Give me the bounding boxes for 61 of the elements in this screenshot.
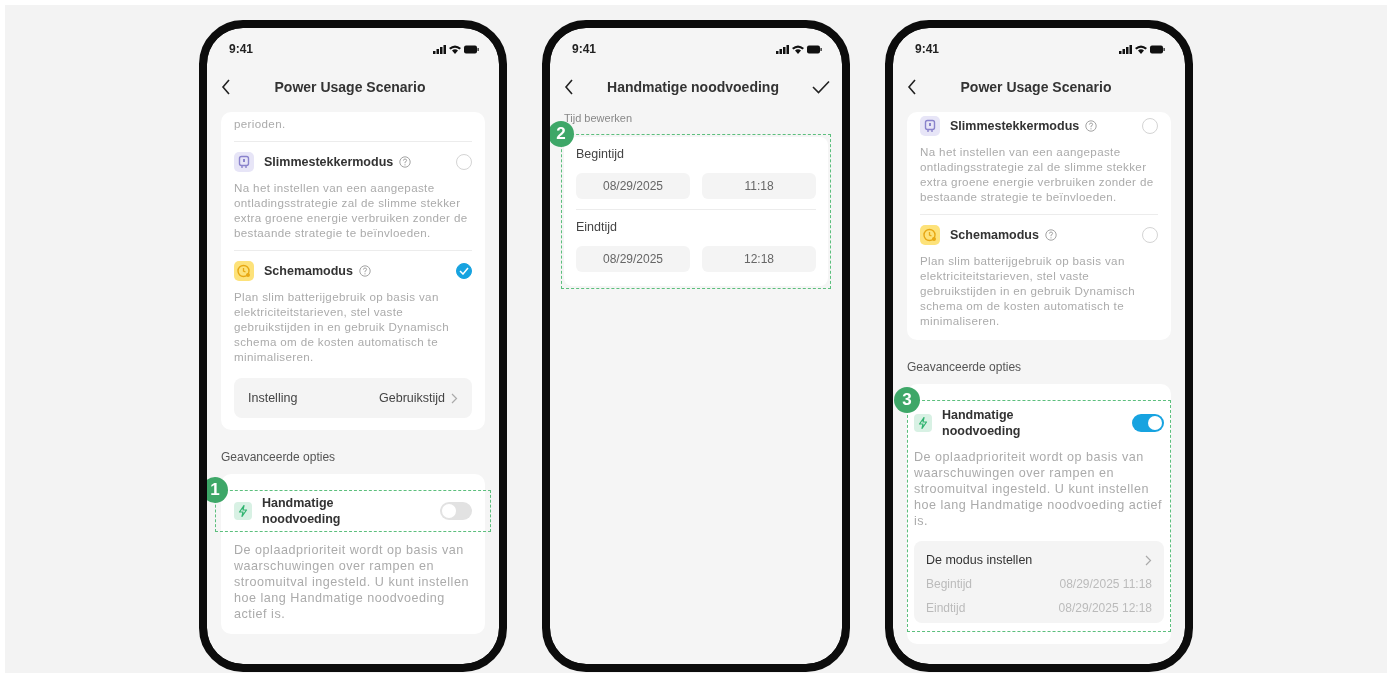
mode-description: Plan slim batterijgebruik op basis van elektriciteitstarieven, stel vaste gebruikstijden in en gebruik Dynamisch schema om de kosten automatisch te minimaliseren.: [920, 253, 1136, 328]
option-description: De oplaadprioriteit wordt op basis van waarschuwingen over rampen en stroomuitval ingesteld. U kunt instellen hoe lang Handmatige noodvoeding actief is.: [914, 449, 1163, 529]
mode-label: Schemamodus: [264, 264, 353, 278]
help-icon[interactable]: [1044, 229, 1057, 241]
mode-description: perioden.: [234, 116, 287, 131]
toggle-switch[interactable]: [440, 502, 472, 520]
screen-title: Power Usage Scenario: [959, 79, 1113, 95]
time-label: Eindtijd: [926, 601, 966, 615]
status-icons: [433, 43, 479, 55]
setting-label: Instelling: [248, 391, 298, 405]
back-icon[interactable]: [221, 79, 231, 95]
plug-icon: [920, 116, 940, 136]
setting-row[interactable]: Instelling Gebruikstijd: [234, 378, 472, 418]
time-group-label: Begintijd: [576, 147, 625, 161]
toggle-switch[interactable]: [1132, 414, 1164, 432]
help-icon[interactable]: [399, 156, 412, 168]
time-label: Begintijd: [926, 577, 973, 591]
time-field[interactable]: 11:18: [702, 173, 816, 199]
time-value: 08/29/2025 11:18: [1059, 577, 1152, 591]
status-icons: [776, 43, 822, 55]
panel-title: De modus instellen: [926, 553, 1033, 567]
setting-value: Gebruikstijd: [379, 391, 445, 405]
mode-description: Na het instellen van een aangepaste ontladingsstrategie zal de slimme stekker extra groene energie verbruiken zonder de bestaande strategie te beïnvloeden.: [920, 144, 1155, 204]
screen-title: Handmatige noodvoeding: [606, 79, 780, 95]
checkmark-icon: [459, 267, 469, 275]
option-title: Handmatige noodvoeding: [262, 495, 342, 527]
lightning-icon: [914, 414, 932, 432]
step-number: 1: [207, 477, 228, 503]
date-field[interactable]: 08/29/2025: [576, 246, 690, 272]
back-icon[interactable]: [907, 79, 917, 95]
clock-icon: [234, 261, 254, 281]
radio-button[interactable]: [456, 263, 472, 279]
mode-description: Plan slim batterijgebruik op basis van elektriciteitstarieven, stel vaste gebruikstijden in en gebruik Dynamisch schema om de kosten automatisch te minimaliseren.: [234, 289, 450, 364]
screen-title: Power Usage Scenario: [273, 79, 427, 95]
section-heading: Geavanceerde opties: [907, 360, 1023, 374]
mode-settings-panel[interactable]: De modus instellen Begintijd 08/29/2025 11:18 Eindtijd 08/29/2025 12:18: [914, 541, 1164, 623]
chevron-icon: [451, 392, 458, 404]
help-icon[interactable]: [1085, 120, 1098, 132]
lightning-icon: [234, 502, 252, 520]
option-description: De oplaadprioriteit wordt op basis van waarschuwingen over rampen en stroomuitval ingesteld. U kunt instellen hoe lang Handmatige noodvoeding actief is.: [234, 542, 470, 622]
date-field[interactable]: 08/29/2025: [576, 173, 690, 199]
mode-label: Schemamodus: [950, 228, 1039, 242]
mode-description: Na het instellen van een aangepaste ontladingsstrategie zal de slimme stekker extra groene energie verbruiken zonder de bestaande strategie te beïnvloeden.: [234, 180, 469, 240]
status-time: 9:41: [572, 42, 597, 56]
help-icon[interactable]: [358, 265, 371, 277]
mode-label: Slimmestekkermodus: [264, 155, 394, 169]
section-heading: Geavanceerde opties: [221, 450, 337, 464]
option-title: Handmatige noodvoeding: [942, 407, 1022, 439]
check-icon[interactable]: [812, 80, 830, 94]
chevron-icon: [1145, 554, 1152, 566]
mode-label: Slimmestekkermodus: [950, 119, 1080, 133]
status-icons: [1119, 43, 1165, 55]
plug-icon: [234, 152, 254, 172]
status-time: 9:41: [915, 42, 940, 56]
status-time: 9:41: [229, 42, 254, 56]
time-field[interactable]: 12:18: [702, 246, 816, 272]
time-group-label: Eindtijd: [576, 220, 618, 234]
clock-icon: [920, 225, 940, 245]
time-value: 08/29/2025 12:18: [1058, 601, 1152, 615]
back-icon[interactable]: [564, 79, 574, 95]
step-number: 3: [894, 387, 920, 413]
